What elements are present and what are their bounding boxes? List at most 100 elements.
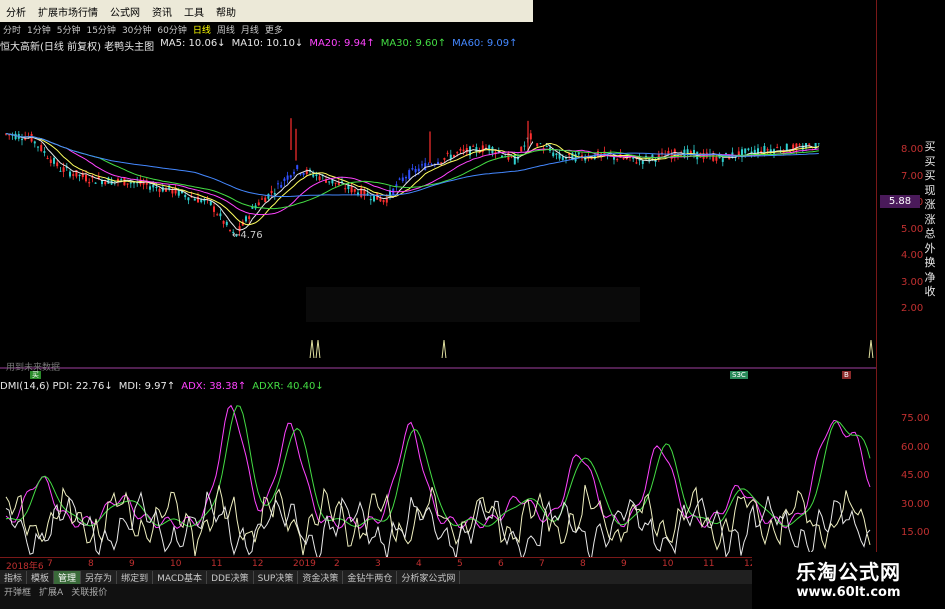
candle [296,164,299,171]
menu-item-1[interactable]: 扩展市场行情 [32,4,104,19]
period-tab-3[interactable]: 15分钟 [83,23,118,36]
candle [293,169,295,177]
bottom-tab-6[interactable]: DDE决策 [207,570,254,584]
bottom-tab-4[interactable]: 绑定到 [117,570,154,584]
candle [398,177,401,181]
side-menu-item[interactable]: 收 [921,285,939,300]
side-menu-item[interactable]: 换 [921,256,939,271]
period-tab-2[interactable]: 5分钟 [54,23,84,36]
candle [158,186,161,198]
dmi-tick-label: 75.00 [901,413,930,424]
candle [78,174,81,182]
signal-spike [315,339,321,358]
candle [523,141,526,151]
bottom-tab-8[interactable]: 资金决策 [298,570,344,584]
side-menu-item[interactable]: 涨 [921,198,939,213]
candle [747,147,750,152]
side-menu-item[interactable]: 买 [921,140,939,155]
date-tick-label: 7 [47,559,53,569]
pdi-line [5,484,871,557]
candle [126,183,129,188]
side-menu-item[interactable]: 买 [921,169,939,184]
bottom-tab2-2[interactable]: 关联报价 [71,585,107,598]
watermark-url: www.60lt.com [796,585,901,600]
menu-item-0[interactable]: 分析 [0,4,32,19]
period-tab-1[interactable]: 1分钟 [24,23,54,36]
period-tab-9[interactable]: 更多 [262,23,286,36]
dmi-legend: DMI(14,6) PDI: 22.76↓ MDI: 9.97↑ ADX: 38.3… [0,381,324,392]
bottom-tab-10[interactable]: 分析家公式网 [397,570,461,584]
candle [40,142,43,153]
side-menu-item[interactable]: 买 [921,155,939,170]
candle [229,229,231,233]
candle [661,148,663,158]
side-menu-item[interactable]: 涨 [921,213,939,228]
candle [606,154,609,160]
period-tab-5[interactable]: 60分钟 [154,23,189,36]
candle [187,197,190,205]
date-tick-label: 9 [621,559,627,569]
candle [8,134,11,140]
period-tab-0[interactable]: 分时 [0,23,24,36]
candle [264,195,267,203]
date-tick-label: 6 [498,559,504,569]
period-tab-7[interactable]: 周线 [214,23,238,36]
candle [69,169,71,179]
menu-item-2[interactable]: 公式网 [104,4,146,19]
candle [741,146,743,162]
bottom-tab-3[interactable]: 另存为 [81,570,118,584]
site-watermark: 乐淘公式网 www.60lt.com [752,552,945,609]
candle [379,194,382,202]
candle [776,143,779,149]
candle [696,151,699,165]
candle [88,178,91,187]
vertical-side-menu[interactable]: 买买买现涨涨总外换净收 [921,140,939,300]
candle [328,181,331,185]
bottom-tab-7[interactable]: SUP决策 [254,570,299,584]
candle [373,195,375,203]
bottom-tab-9[interactable]: 金钻牛两仓 [343,570,398,584]
date-tick-label: 7 [539,559,545,569]
period-tab-6[interactable]: 日线 [190,23,214,36]
menu-item-5[interactable]: 帮助 [210,4,242,19]
candle [555,152,558,160]
bottom-tab-1[interactable]: 模板 [27,570,55,584]
candle [72,170,75,180]
date-tick-label: 5 [457,559,463,569]
price-tick-label: 3.00 [901,276,924,288]
signal-row: 用到未来数据 买 S3C B [0,360,876,380]
candle [465,144,468,157]
menu-item-4[interactable]: 工具 [178,4,210,19]
candle [289,174,292,180]
date-tick-label: 9 [129,559,135,569]
ma5-line [5,133,819,231]
price-tick-label: 7.00 [901,170,924,182]
candle [549,143,551,154]
ma30-line [5,133,819,210]
side-menu-item[interactable]: 外 [921,242,939,257]
candle [686,145,689,160]
candle [491,145,494,157]
bottom-tab2-0[interactable]: 开弹框 [4,585,31,598]
period-tab-8[interactable]: 月线 [238,23,262,36]
candle [318,174,321,182]
bottom-tab-5[interactable]: MACD基本 [153,570,208,584]
candle [427,162,430,166]
candle [56,160,59,169]
dmi-legend-item-3: ADXR: 40.40↓ [252,381,324,392]
period-tab-4[interactable]: 30分钟 [119,23,154,36]
side-menu-item[interactable]: 现 [921,184,939,199]
bottom-tab-2[interactable]: 管理 [54,570,82,584]
candle [635,158,638,165]
menu-item-3[interactable]: 资讯 [146,4,178,19]
candle [277,180,279,190]
dmi-indicator-chart[interactable] [0,395,876,557]
candle [161,183,164,193]
dmi-tick-label: 30.00 [901,498,930,510]
side-menu-item[interactable]: 总 [921,227,939,242]
candle [145,177,148,190]
candle [568,153,571,160]
bottom-tab2-1[interactable]: 扩展A [39,585,63,598]
bottom-tab-0[interactable]: 指标 [0,570,28,584]
side-menu-item[interactable]: 净 [921,271,939,286]
